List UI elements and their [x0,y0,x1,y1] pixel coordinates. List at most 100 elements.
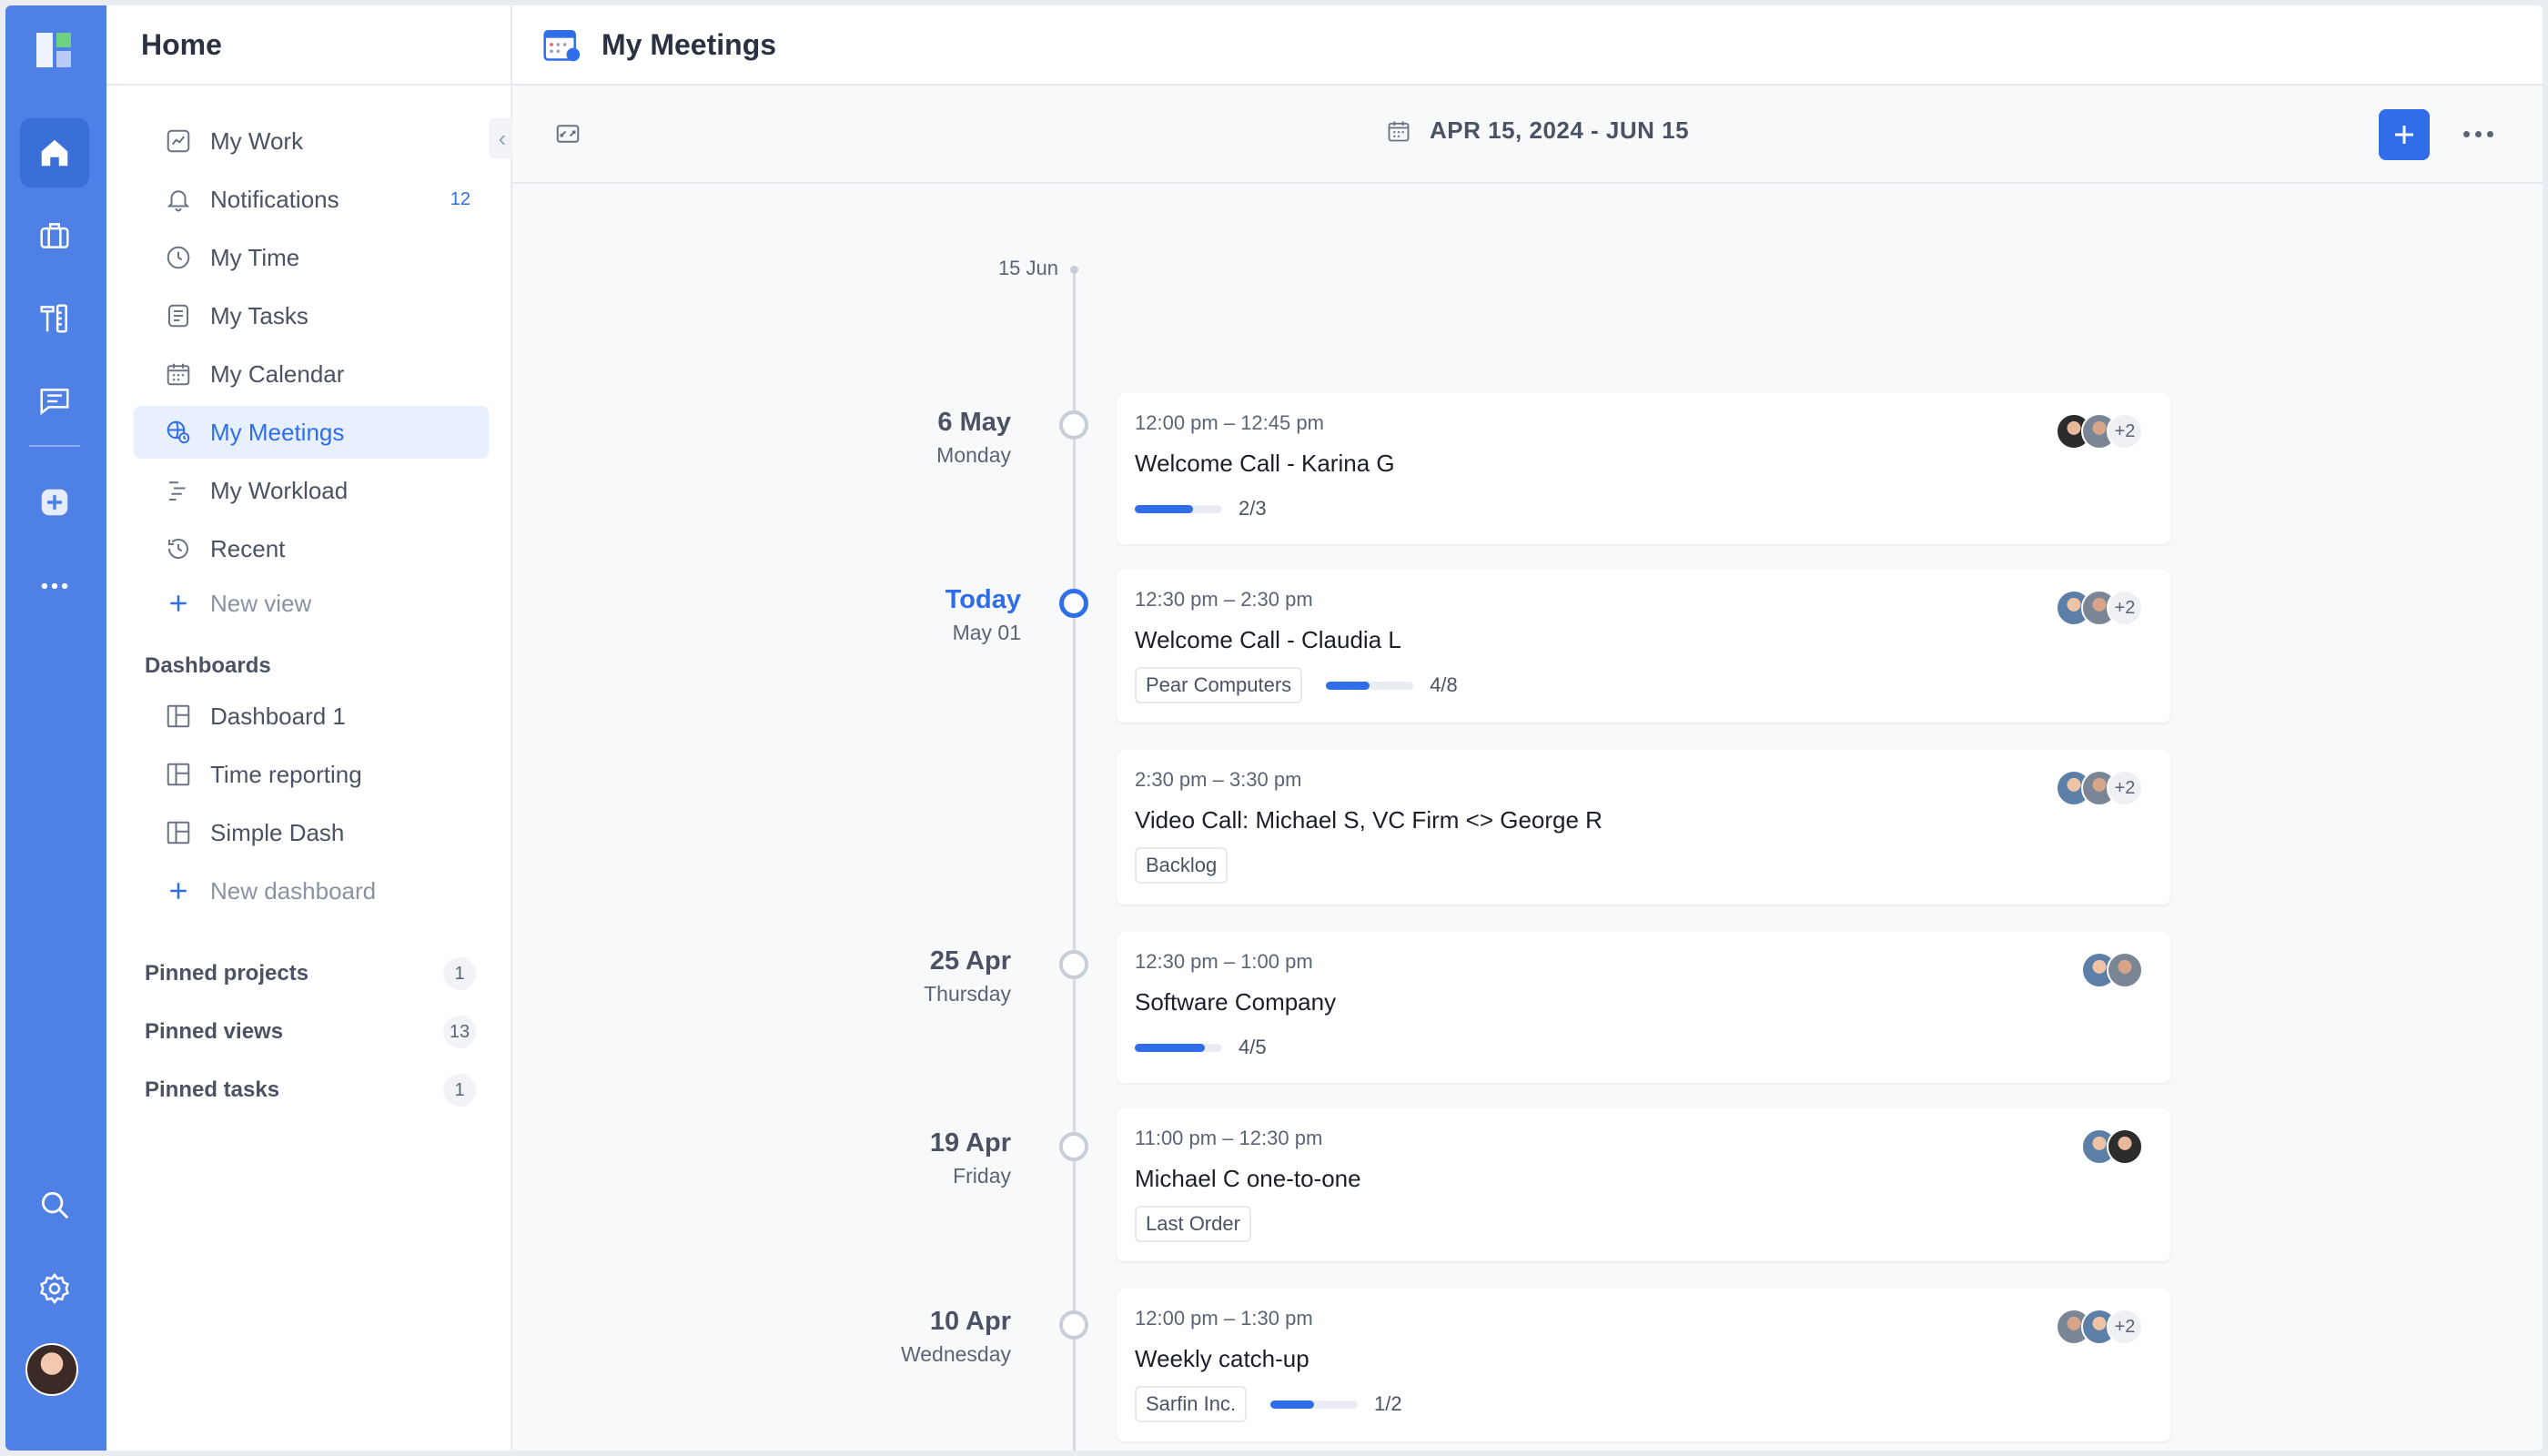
sidebar-item-label: Time reporting [210,760,362,788]
chart-icon [165,127,192,155]
progress-bar [1135,504,1222,513]
sidebar-item-dashboard-1[interactable]: Dashboard 1 [134,690,489,743]
meeting-time: 12:30 pm – 1:00 pm [1135,950,1313,973]
new-view-label: New view [210,589,312,617]
sidebar-item-my-tasks[interactable]: My Tasks [134,289,489,342]
meeting-card[interactable]: 2:30 pm – 3:30 pm Video Call: Michael S,… [1117,750,2170,905]
sidebar-item-my-time[interactable]: My Time [134,231,489,284]
history-icon [165,535,192,562]
meeting-card[interactable]: 12:30 pm – 2:30 pm Welcome Call - Claudi… [1117,570,2170,723]
day-label: 19 Apr Friday [829,1128,1011,1188]
pinned-count-badge: 1 [443,1074,476,1107]
sidebar-item-label: Simple Dash [210,818,345,846]
meeting-title: Michael C one-to-one [1135,1165,1361,1192]
sidebar-item-my-work[interactable]: My Work [134,115,489,167]
toolbar: APR 15, 2024 - JUN 15 [512,86,2543,184]
sidebar-item-time-reporting[interactable]: Time reporting [134,748,489,801]
new-dashboard-button[interactable]: New dashboard [134,864,489,917]
notification-count: 12 [450,188,470,209]
day-date: 6 May [937,408,1011,437]
sidebar-item-notifications[interactable]: Notifications 12 [134,173,489,226]
meeting-tag[interactable]: Backlog [1135,847,1228,884]
date-range-picker[interactable]: APR 15, 2024 - JUN 15 [1386,116,1689,145]
tools-button[interactable] [20,284,89,353]
more-apps-button[interactable] [20,551,89,621]
sidebar-item-label: My Work [210,126,304,155]
progress-fill [1270,1400,1315,1409]
bell-icon [165,186,192,213]
attendee-avatars[interactable] [2081,952,2143,988]
calendar-icon [1388,121,1410,141]
meeting-time: 12:00 pm – 12:45 pm [1135,411,1324,434]
add-meeting-button[interactable] [2379,109,2430,160]
home-button[interactable] [20,118,89,187]
sidebar-item-simple-dash[interactable]: Simple Dash [134,806,489,859]
meeting-tag[interactable]: Sarfin Inc. [1135,1386,1248,1422]
dot [2462,130,2470,137]
sidebar-item-my-workload[interactable]: My Workload [134,464,489,517]
day-date: 19 Apr [929,1128,1011,1158]
sidebar-item-label: My Time [210,243,300,271]
sidebar-item-my-meetings[interactable]: My Meetings [134,406,489,459]
calendar-icon [165,360,192,388]
meeting-tag[interactable]: Last Order [1135,1206,1251,1242]
meeting-time: 11:00 pm – 12:30 pm [1135,1127,1323,1149]
meeting-title: Video Call: Michael S, VC Firm <> George… [1135,806,1603,834]
messages-button[interactable] [20,367,89,436]
meeting-card[interactable]: 11:00 pm – 12:30 pm Michael C one-to-one… [1117,1108,2170,1261]
rail-divider [29,445,80,447]
plus-icon [165,877,192,905]
search-icon [41,1191,69,1219]
gear-icon [40,1272,69,1305]
sidebar-item-label: Recent [210,534,286,562]
expand-icon[interactable] [554,120,581,147]
pinned-count-badge: 13 [443,1016,476,1048]
progress-text: 2/3 [1239,497,1267,520]
day-date: Today [945,585,1021,614]
progress-bar [1326,681,1414,690]
create-button[interactable] [20,468,89,537]
day-weekday: Wednesday [900,1342,1011,1366]
chat-icon [40,389,69,416]
progress-fill [1135,1043,1205,1052]
timeline-node-today [1059,589,1088,618]
attendee-avatars[interactable]: +2 [2056,413,2143,450]
more-options-button[interactable] [2451,120,2505,147]
pinned-projects[interactable]: Pinned projects 1 [134,945,489,1003]
pinned-views[interactable]: Pinned views 13 [134,1003,489,1061]
meeting-meta: Backlog [1135,847,2152,884]
sidebar-item-recent[interactable]: Recent [134,522,489,575]
meeting-meta: Sarfin Inc. 1/2 [1135,1386,2152,1422]
meeting-time: 2:30 pm – 3:30 pm [1135,768,1302,791]
dashboards-title: Dashboards [145,653,271,678]
tasks-icon [165,302,192,329]
meeting-tag[interactable]: Pear Computers [1135,667,1303,703]
meeting-card[interactable]: 12:00 pm – 1:30 pm Weekly catch-up Sarfi… [1117,1289,2170,1441]
search-button[interactable] [20,1170,89,1239]
meeting-card[interactable]: 12:30 pm – 1:00 pm Software Company 4/5 [1117,932,2170,1083]
day-date: 25 Apr [929,946,1011,976]
attendee-avatars[interactable]: +2 [2056,1309,2143,1345]
projects-button[interactable] [20,201,89,270]
settings-button[interactable] [20,1254,89,1323]
sidebar: Home ‹ My Work Notifications 12 My Time … [106,5,516,1451]
day-weekday: Monday [936,443,1011,467]
attendee-avatars[interactable]: +2 [2056,590,2143,626]
attendee-avatar [2107,952,2143,988]
meeting-card[interactable]: 12:00 pm – 12:45 pm Welcome Call - Karin… [1117,393,2170,544]
attendee-avatar [2107,1128,2143,1165]
meeting-meta: Last Order [1135,1206,2152,1242]
sidebar-item-my-calendar[interactable]: My Calendar [134,348,489,400]
day-label: 6 May Monday [829,408,1011,468]
attendee-avatars[interactable]: +2 [2056,770,2143,806]
user-avatar[interactable] [25,1343,78,1396]
meeting-title: Welcome Call - Karina G [1135,450,1395,477]
more-horizontal-icon [41,582,68,590]
sidebar-item-label: Notifications [210,185,339,213]
attendee-avatars[interactable] [2081,1128,2143,1165]
progress-bar [1270,1400,1359,1409]
new-view-button[interactable]: New view [134,581,489,626]
sidebar-item-label: My Calendar [210,359,345,388]
pinned-tasks[interactable]: Pinned tasks 1 [134,1061,489,1119]
icon-rail [5,5,106,1451]
